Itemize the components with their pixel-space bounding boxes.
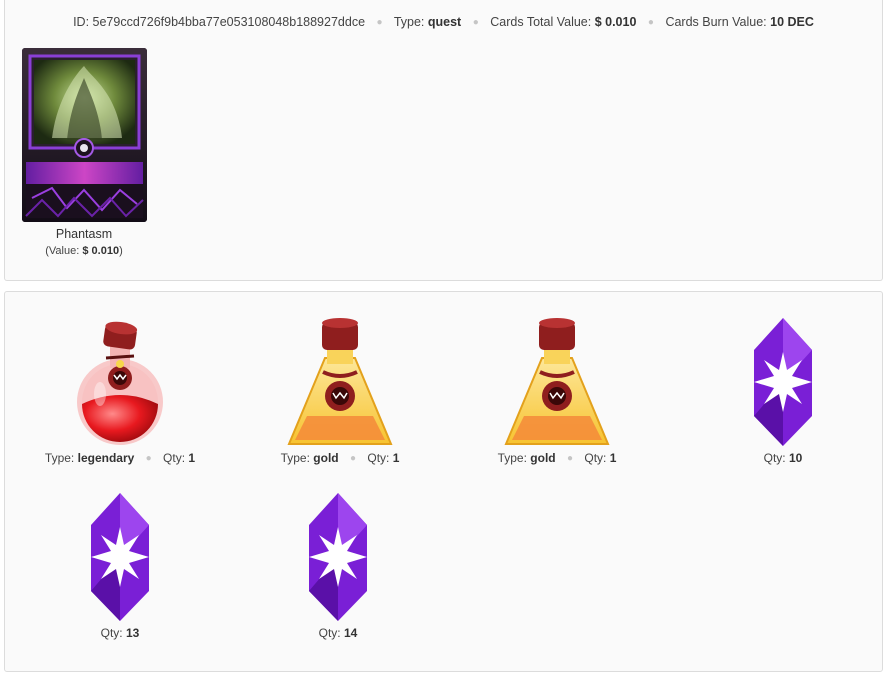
separator-dot: ● [376,17,383,28]
separator-dot: ● [145,453,152,464]
reward-item: Qty: 13 [20,491,220,640]
card-image[interactable] [21,48,147,222]
rewards-panel: Type: legendary ● Qty: 1 Type: gold ● Qt… [4,291,883,672]
qty-value: 10 [789,451,803,465]
separator-dot: ● [566,453,574,464]
separator-dot: ● [349,453,357,464]
reward-item: Qty: 14 [238,491,438,640]
reward-caption: Type: gold ● Qty: 1 [240,451,440,465]
burn-value: 10 DEC [770,15,814,29]
reward-item: Type: gold ● Qty: 1 [457,316,657,465]
type-label: Type: [393,15,425,29]
type-value: gold [313,451,339,465]
burn-value-label: Cards Burn Value: [665,15,767,29]
separator-dot: ● [647,17,654,28]
id-value: 5e79ccd726f9b4bba77e053108048b188927ddce [92,15,366,29]
qty-value: 1 [609,451,617,465]
qty-value: 14 [344,626,358,640]
phantasm-card-art [21,48,147,222]
total-value: $ 0.010 [594,15,637,29]
reward-caption: Qty: 13 [20,626,220,640]
separator-dot: ● [472,17,479,28]
qty-value: 13 [126,626,140,640]
card-item[interactable]: Phantasm (Value: $ 0.010) [21,48,147,257]
type-value: quest [427,15,462,29]
reward-caption: Qty: 10 [683,451,883,465]
reward-caption: Type: legendary ● Qty: 1 [20,451,220,465]
qty-label: Qty: [163,451,186,465]
type-label: Type: [280,451,310,465]
qty-label: Qty: [367,451,390,465]
card-value-prefix: (Value: [45,245,80,257]
reward-caption: Type: gold ● Qty: 1 [457,451,657,465]
qty-label: Qty: [763,451,786,465]
type-label: Type: [44,451,75,465]
type-value: gold [530,451,556,465]
legendary-potion-icon [77,321,163,445]
dec-crystal-icon [754,318,812,446]
type-value: legendary [77,451,135,465]
dec-crystal-icon [91,493,149,621]
summary-line: ID: 5e79ccd726f9b4bba77e053108048b188927… [5,15,882,29]
card-value-amount: $ 0.010 [82,245,120,257]
dec-crystal-icon [309,493,367,621]
qty-label: Qty: [584,451,607,465]
qty-value: 1 [188,451,196,465]
total-value-label: Cards Total Value: [490,15,592,29]
qty-label: Qty: [100,626,123,640]
type-label: Type: [497,451,527,465]
reward-caption: Qty: 14 [238,626,438,640]
reward-item: Qty: 10 [683,316,883,465]
card-name: Phantasm [55,227,113,241]
gold-potion-icon [504,318,610,445]
reward-item: Type: legendary ● Qty: 1 [20,316,220,465]
id-label: ID: [73,15,90,29]
qty-label: Qty: [318,626,341,640]
qty-value: 1 [392,451,400,465]
summary-panel: ID: 5e79ccd726f9b4bba77e053108048b188927… [4,0,883,281]
gold-potion-icon [287,318,393,445]
card-value-suffix: ) [119,245,123,257]
reward-item: Type: gold ● Qty: 1 [240,316,440,465]
card-value: (Value: $ 0.010) [21,245,147,257]
